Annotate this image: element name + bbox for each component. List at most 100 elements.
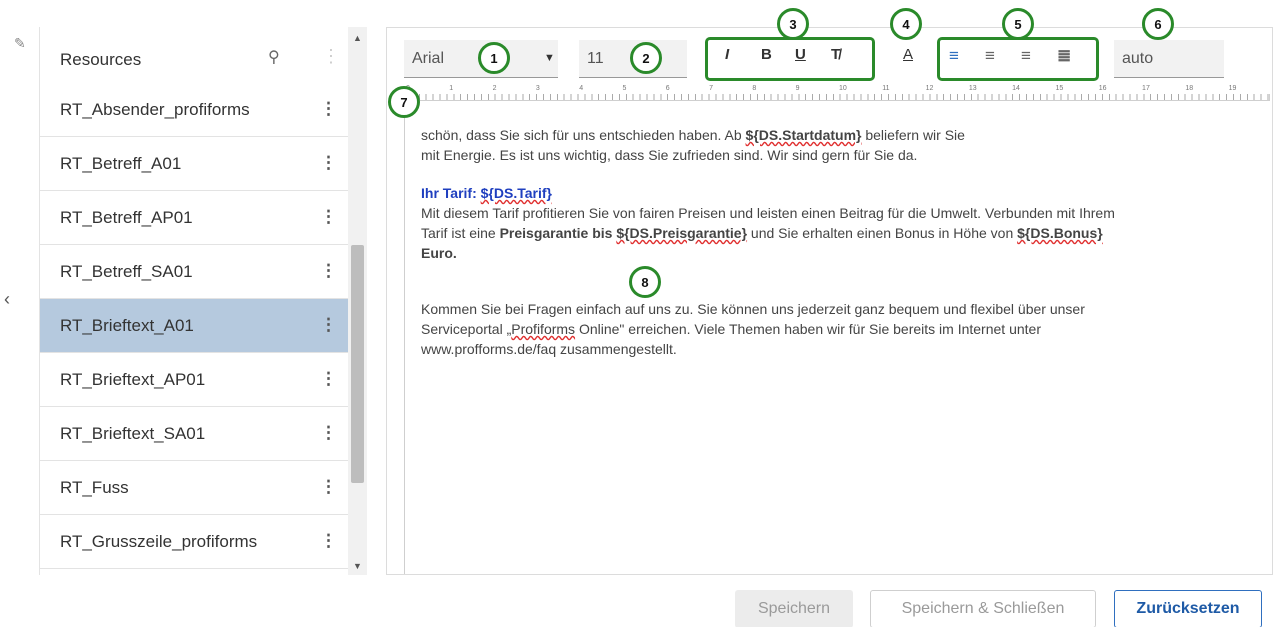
font-family-value: Arial (412, 49, 445, 67)
more-icon[interactable]: ⋮ (320, 369, 337, 389)
ruler-number: 13 (966, 85, 1011, 94)
resource-item[interactable]: RT_Absender_profiforms ⋮ (40, 83, 348, 137)
resource-item[interactable]: RT_Betreff_A01 ⋮ (40, 137, 348, 191)
text: mit Energie. Es ist uns wichtig, dass Si… (421, 147, 918, 163)
resource-item[interactable]: RT_Grusszeile_profiforms ⋮ (40, 515, 348, 569)
text-bold: Euro. (421, 245, 457, 261)
ruler-number: 5 (620, 85, 664, 94)
ruler-number: 16 (1096, 85, 1141, 94)
more-icon[interactable]: ⋮ (322, 47, 340, 65)
save-button[interactable]: Speichern (735, 590, 853, 627)
variable-preisgarantie: ${DS.Preisgarantie} (616, 225, 748, 241)
caret-down-icon: ▼ (544, 52, 555, 64)
more-icon[interactable]: ⋮ (320, 261, 337, 281)
resource-item[interactable]: RT_Betreff_SA01 ⋮ (40, 245, 348, 299)
resource-item[interactable]: RT_Fuss ⋮ (40, 461, 348, 515)
pin-icon[interactable]: ✎ (14, 35, 26, 52)
rich-text-editor: Arial ▼ 11 I B U T̸ A ≡ ≡ ≡ ≣ auto 01234… (386, 8, 1273, 575)
text: beliefern wir Sie (861, 127, 965, 143)
left-rail: ✎ ‹ (0, 27, 40, 575)
text-misspelled: Profiforms (511, 321, 576, 337)
paragraph-2: Ihr Tarif: ${DS.Tarif} Mit diesem Tarif … (421, 183, 1261, 263)
more-icon[interactable]: ⋮ (320, 531, 337, 551)
resource-item-label: RT_Brieftext_SA01 (60, 423, 206, 443)
resource-item[interactable]: RT_Brieftext_AP01 ⋮ (40, 353, 348, 407)
marker-8: 8 (629, 266, 661, 298)
line-height-input[interactable]: auto (1114, 40, 1224, 78)
marker-4: 4 (890, 8, 922, 40)
marker-7: 7 (388, 86, 420, 118)
variable-startdatum: ${DS.Startdatum} (745, 127, 862, 143)
scrollbar[interactable]: ▲ ▼ (348, 27, 367, 575)
ruler-number: 3 (533, 85, 578, 94)
clear-format-button[interactable]: T̸ (831, 46, 840, 63)
bold-button[interactable]: B (761, 46, 772, 63)
text-color-button[interactable]: A (903, 46, 913, 63)
scroll-thumb[interactable] (351, 245, 364, 483)
scroll-down-icon[interactable]: ▼ (353, 561, 362, 571)
text: und Sie erhalten einen Bonus in Höhe von (747, 225, 1018, 241)
more-icon[interactable]: ⋮ (320, 477, 337, 497)
resource-item-label: RT_Brieftext_AP01 (60, 369, 206, 389)
ruler-number: 8 (750, 85, 794, 94)
more-icon[interactable]: ⋮ (320, 315, 337, 335)
variable-bonus: ${DS.Bonus} (1017, 225, 1103, 241)
ruler-number: 10 (836, 85, 881, 94)
resource-item-label: RT_Betreff_AP01 (60, 207, 193, 227)
resource-item-label: RT_Betreff_A01 (60, 153, 182, 173)
more-icon[interactable]: ⋮ (320, 99, 337, 119)
align-justify-icon[interactable]: ≣ (1057, 46, 1071, 66)
paragraph-3: Kommen Sie bei Fragen einfach auf uns zu… (421, 299, 1261, 359)
ruler-number: 17 (1140, 85, 1184, 94)
text: schön, dass Sie sich für uns entschieden… (421, 127, 746, 143)
ruler-number: 15 (1053, 85, 1097, 94)
format-group-highlight (705, 37, 875, 81)
resource-item[interactable]: RT_Brieftext_A01 ⋮ (40, 299, 348, 353)
resource-item-label: RT_Brieftext_A01 (60, 315, 194, 335)
align-center-icon[interactable]: ≡ (985, 46, 995, 66)
ruler-number: 7 (707, 85, 751, 94)
ruler-number: 14 (1010, 85, 1054, 94)
tarif-label: Ihr Tarif: (421, 185, 481, 201)
align-right-icon[interactable]: ≡ (1021, 46, 1031, 66)
ruler-numbers: 012345678910111213141516171819 (404, 85, 1270, 95)
more-icon[interactable]: ⋮ (320, 153, 337, 173)
text: Online" erreichen. Viele Themen haben wi… (575, 321, 1041, 337)
more-icon[interactable]: ⋮ (320, 207, 337, 227)
resources-title: Resources (60, 49, 142, 69)
marker-6: 6 (1142, 8, 1174, 40)
font-size-value: 11 (587, 49, 604, 67)
text: www.profforms.de/faq zusammengestellt. (421, 341, 677, 357)
resource-item[interactable]: RT_Brieftext_SA01 ⋮ (40, 407, 348, 461)
underline-button[interactable]: U (795, 46, 806, 63)
save-close-button[interactable]: Speichern & Schließen (870, 590, 1096, 627)
chevron-left-icon[interactable]: ‹ (4, 289, 10, 310)
marker-1: 1 (478, 42, 510, 74)
search-icon[interactable]: ⚲ (268, 47, 280, 67)
align-left-icon[interactable]: ≡ (949, 46, 959, 66)
resource-item-label: RT_Betreff_SA01 (60, 261, 193, 281)
text: Serviceportal „ (421, 321, 512, 337)
reset-button[interactable]: Zurücksetzen (1114, 590, 1262, 627)
resource-item[interactable]: RT_Betreff_AP01 ⋮ (40, 191, 348, 245)
ruler-number: 11 (880, 85, 924, 94)
text: Kommen Sie bei Fragen einfach auf uns zu… (421, 301, 1085, 317)
left-margin-line (404, 101, 405, 574)
editor-dialog: ✎ ‹ Resources ⚲ ⋮ RT_Absender_profiforms… (0, 0, 1277, 627)
text-bold: Preisgarantie bis (499, 225, 617, 241)
variable-tarif: ${DS.Tarif} (480, 185, 552, 201)
more-icon[interactable]: ⋮ (320, 423, 337, 443)
resource-item-label: RT_Absender_profiforms (60, 99, 250, 119)
resource-item-label: RT_Fuss (60, 477, 129, 497)
italic-button[interactable]: I (725, 46, 729, 63)
resources-panel: Resources ⚲ ⋮ RT_Absender_profiforms ⋮ RT_… (40, 27, 348, 575)
marker-5: 5 (1002, 8, 1034, 40)
resources-list: RT_Absender_profiforms ⋮ RT_Betreff_A01 ⋮ RT… (40, 83, 348, 569)
marker-3: 3 (777, 8, 809, 40)
editor-body[interactable]: schön, dass Sie sich für uns entschieden… (421, 125, 1261, 377)
align-group-highlight (937, 37, 1099, 81)
ruler-number: 6 (663, 85, 708, 94)
scroll-up-icon[interactable]: ▲ (353, 33, 362, 43)
ruler-number: 12 (923, 85, 967, 94)
line-height-value: auto (1122, 49, 1154, 67)
